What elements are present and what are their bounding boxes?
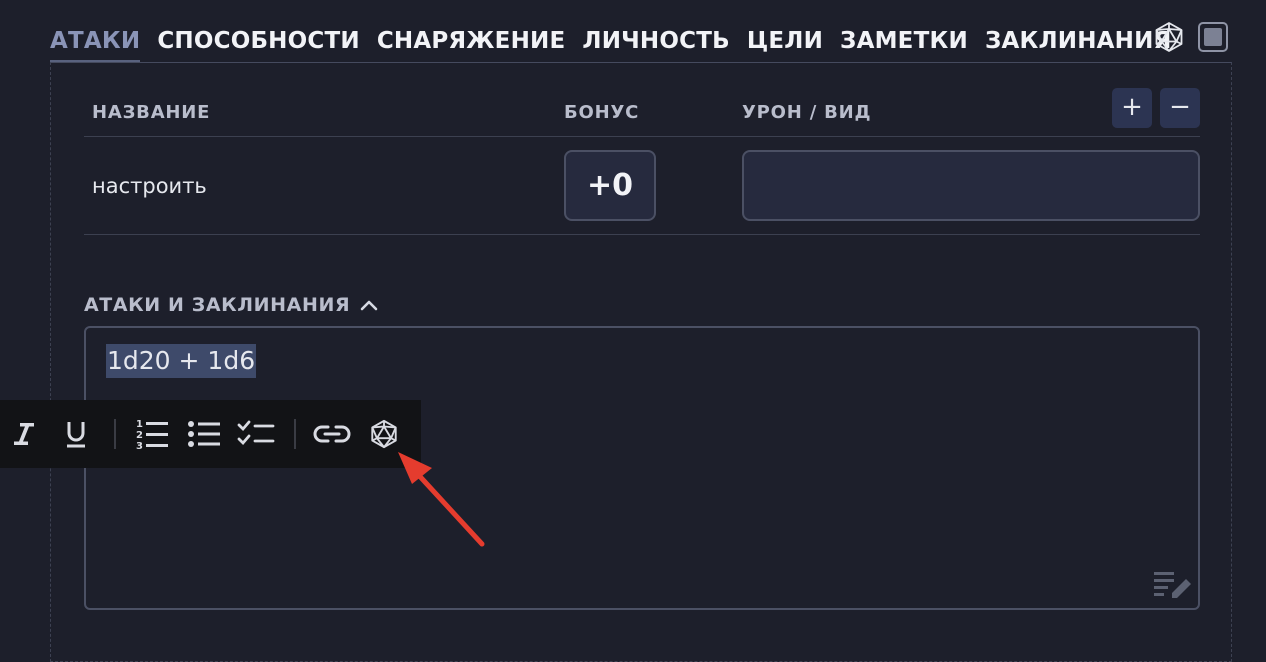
tab-bar: АТАКИ СПОСОБНОСТИ СНАРЯЖЕНИЕ ЛИЧНОСТЬ ЦЕ… <box>50 22 1172 62</box>
svg-text:3: 3 <box>136 441 143 451</box>
remove-attack-button[interactable]: − <box>1160 88 1200 128</box>
bullet-list-icon[interactable] <box>184 414 224 454</box>
chevron-up-icon <box>360 294 378 316</box>
section-header-attacks-spells[interactable]: АТАКИ И ЗАКЛИНАНИЯ <box>84 294 378 316</box>
row-divider <box>84 234 1200 235</box>
toolbar-divider <box>114 419 116 449</box>
column-header-name: НАЗВАНИЕ <box>92 102 211 123</box>
svg-text:1: 1 <box>136 419 143 430</box>
attack-damage-field[interactable] <box>742 150 1200 221</box>
link-icon[interactable] <box>312 414 352 454</box>
attack-name[interactable]: настроить <box>92 174 207 198</box>
d20-dice-icon[interactable] <box>1152 20 1186 54</box>
header-divider <box>84 136 1200 137</box>
svg-text:2: 2 <box>136 430 143 441</box>
column-header-bonus: БОНУС <box>564 102 640 123</box>
editor-selected-text[interactable]: 1d20 + 1d6 <box>106 344 257 378</box>
section-title: АТАКИ И ЗАКЛИНАНИЯ <box>84 294 351 316</box>
editor-resize-icon[interactable] <box>1152 568 1194 608</box>
tab-spells[interactable]: ЗАКЛИНАНИЯ <box>985 22 1172 62</box>
tab-notes[interactable]: ЗАМЕТКИ <box>840 22 968 62</box>
underline-icon[interactable] <box>56 414 96 454</box>
attack-bonus-field[interactable]: +0 <box>564 150 656 221</box>
tab-personality[interactable]: ЛИЧНОСТЬ <box>582 22 729 62</box>
italic-icon[interactable] <box>4 414 44 454</box>
checklist-icon[interactable] <box>236 414 276 454</box>
annotation-arrow-icon <box>392 440 492 554</box>
formatting-toolbar: 1 2 3 <box>0 400 421 468</box>
ordered-list-icon[interactable]: 1 2 3 <box>132 414 172 454</box>
square-toggle-icon[interactable] <box>1198 22 1228 52</box>
column-header-damage: УРОН / ВИД <box>742 102 872 123</box>
tab-equipment[interactable]: СНАРЯЖЕНИЕ <box>377 22 566 62</box>
tab-abilities[interactable]: СПОСОБНОСТИ <box>157 22 359 62</box>
top-right-controls <box>1152 20 1228 54</box>
tab-attacks[interactable]: АТАКИ <box>50 22 141 62</box>
add-attack-button[interactable]: + <box>1112 88 1152 128</box>
toolbar-divider <box>294 419 296 449</box>
tab-goals[interactable]: ЦЕЛИ <box>747 22 823 62</box>
